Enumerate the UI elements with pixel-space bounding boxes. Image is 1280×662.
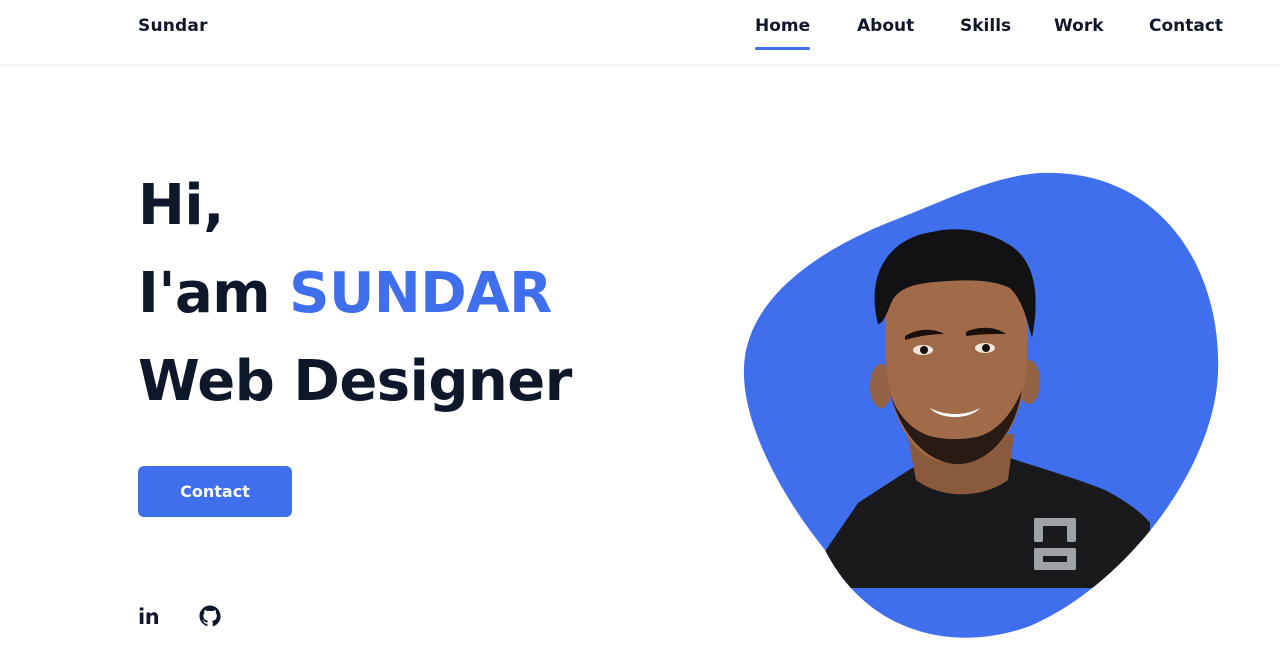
hero-intro: I'am SUNDAR bbox=[138, 250, 572, 338]
github-link[interactable] bbox=[198, 604, 224, 630]
github-icon bbox=[199, 605, 221, 627]
nav-link-work[interactable]: Work bbox=[1054, 16, 1104, 36]
linkedin-icon: in bbox=[138, 605, 160, 629]
nav-link-home[interactable]: Home bbox=[755, 16, 811, 50]
linkedin-link[interactable]: in bbox=[138, 604, 164, 630]
hero-greeting: Hi, bbox=[138, 173, 224, 238]
hero-portrait bbox=[740, 168, 1224, 638]
hero-heading: Hi, I'am SUNDAR Web Designer bbox=[138, 162, 572, 426]
nav-link-contact[interactable]: Contact bbox=[1149, 16, 1223, 36]
contact-button[interactable]: Contact bbox=[138, 466, 292, 517]
hero-role: Web Designer bbox=[138, 349, 572, 414]
person-portrait-photo bbox=[743, 172, 1219, 638]
nav-link-skills[interactable]: Skills bbox=[960, 16, 1011, 36]
site-header: Sundar Home About Skills Work Contact bbox=[0, 0, 1280, 64]
hero-intro-prefix: I'am bbox=[138, 261, 290, 326]
nav-link-about[interactable]: About bbox=[857, 16, 914, 36]
main-nav: Home About Skills Work Contact bbox=[0, 16, 1280, 56]
hero-name: SUNDAR bbox=[289, 261, 552, 326]
